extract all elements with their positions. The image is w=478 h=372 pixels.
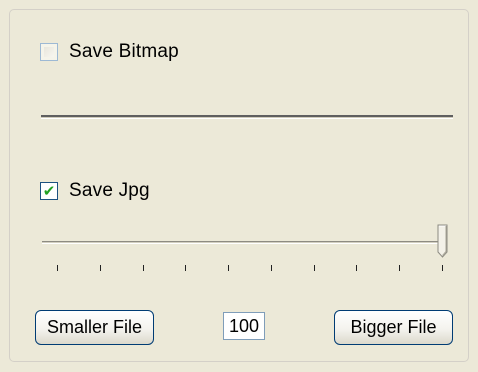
slider-tick xyxy=(57,265,58,271)
quality-slider-thumb[interactable] xyxy=(437,224,448,258)
save-jpg-label: Save Jpg xyxy=(69,180,150,201)
slider-tick xyxy=(228,265,229,271)
check-mark-icon: ✔ xyxy=(42,181,56,200)
slider-tick xyxy=(399,265,400,271)
slider-tick xyxy=(271,265,272,271)
save-jpg-box[interactable]: ✔ xyxy=(40,182,58,200)
save-jpg-checkbox[interactable]: ✔ Save Jpg xyxy=(40,180,150,202)
smaller-file-button[interactable]: Smaller File xyxy=(35,310,154,345)
slider-tick xyxy=(314,265,315,271)
bigger-file-button[interactable]: Bigger File xyxy=(334,310,453,345)
slider-tick xyxy=(442,265,443,271)
quality-value-field: 100 xyxy=(223,312,265,340)
slider-tick xyxy=(185,265,186,271)
slider-tick xyxy=(143,265,144,271)
slider-tick xyxy=(356,265,357,271)
bitmap-slider-track xyxy=(41,115,453,119)
save-bitmap-label: Save Bitmap xyxy=(69,41,179,62)
quality-slider-track[interactable] xyxy=(42,241,442,244)
save-bitmap-box[interactable] xyxy=(40,43,58,61)
slider-tick xyxy=(100,265,101,271)
save-bitmap-checkbox[interactable]: Save Bitmap xyxy=(40,41,179,63)
